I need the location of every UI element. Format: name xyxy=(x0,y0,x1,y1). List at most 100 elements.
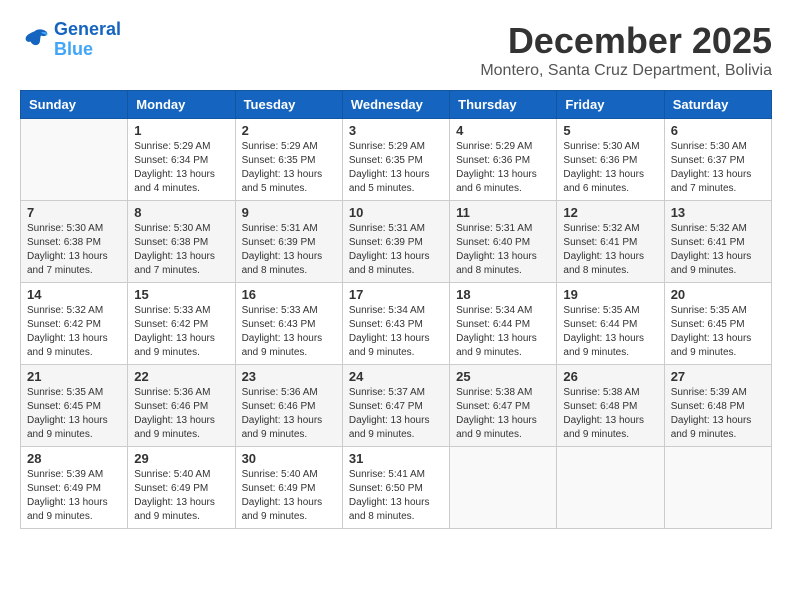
day-number: 13 xyxy=(671,205,765,220)
calendar-cell: 25Sunrise: 5:38 AM Sunset: 6:47 PM Dayli… xyxy=(450,365,557,447)
calendar-header-row: SundayMondayTuesdayWednesdayThursdayFrid… xyxy=(21,91,772,119)
day-info: Sunrise: 5:29 AM Sunset: 6:35 PM Dayligh… xyxy=(349,140,443,196)
calendar-cell: 12 Sunrise: 5:32 AM Sunset: 6:41 PM Dayli… xyxy=(557,201,664,283)
day-number: 10 xyxy=(349,205,443,220)
calendar-cell: 18 Sunrise: 5:34 AM Sunset: 6:44 PM Dayli… xyxy=(450,283,557,365)
calendar-cell: 15 Sunrise: 5:33 AM Sunset: 6:42 PM Dayli… xyxy=(128,283,235,365)
calendar-week-1: 1Sunrise: 5:29 AM Sunset: 6:34 PM Daylig… xyxy=(21,119,772,201)
calendar-week-3: 14 Sunrise: 5:32 AM Sunset: 6:42 PM Dayli… xyxy=(21,283,772,365)
day-info: Sunrise: 5:32 AM Sunset: 6:41 PM Dayligh… xyxy=(563,222,657,278)
day-number: 20 xyxy=(671,287,765,302)
calendar-cell: 5 Sunrise: 5:30 AM Sunset: 6:36 PM Daylig… xyxy=(557,119,664,201)
calendar-cell: 30Sunrise: 5:40 AM Sunset: 6:49 PM Dayli… xyxy=(235,447,342,529)
calendar: SundayMondayTuesdayWednesdayThursdayFrid… xyxy=(20,90,772,529)
day-info: Sunrise: 5:38 AM Sunset: 6:48 PM Dayligh… xyxy=(563,386,657,442)
calendar-cell: 3Sunrise: 5:29 AM Sunset: 6:35 PM Daylig… xyxy=(342,119,449,201)
day-info: Sunrise: 5:36 AM Sunset: 6:46 PM Dayligh… xyxy=(134,386,228,442)
day-number: 2 xyxy=(242,123,336,138)
calendar-cell: 11 Sunrise: 5:31 AM Sunset: 6:40 PM Dayli… xyxy=(450,201,557,283)
day-info: Sunrise: 5:29 AM Sunset: 6:35 PM Dayligh… xyxy=(242,140,336,196)
day-number: 12 xyxy=(563,205,657,220)
header-wednesday: Wednesday xyxy=(342,91,449,119)
day-number: 23 xyxy=(242,369,336,384)
day-number: 26 xyxy=(563,369,657,384)
day-info: Sunrise: 5:35 AM Sunset: 6:45 PM Dayligh… xyxy=(671,304,765,360)
calendar-cell: 19Sunrise: 5:35 AM Sunset: 6:44 PM Dayli… xyxy=(557,283,664,365)
day-info: Sunrise: 5:36 AM Sunset: 6:46 PM Dayligh… xyxy=(242,386,336,442)
calendar-cell: 8 Sunrise: 5:30 AM Sunset: 6:38 PM Daylig… xyxy=(128,201,235,283)
day-info: Sunrise: 5:29 AM Sunset: 6:36 PM Dayligh… xyxy=(456,140,550,196)
day-number: 22 xyxy=(134,369,228,384)
day-number: 15 xyxy=(134,287,228,302)
day-info: Sunrise: 5:39 AM Sunset: 6:48 PM Dayligh… xyxy=(671,386,765,442)
day-info: Sunrise: 5:30 AM Sunset: 6:38 PM Dayligh… xyxy=(27,222,121,278)
title-area: December 2025 Montero, Santa Cruz Depart… xyxy=(480,20,772,80)
day-info: Sunrise: 5:33 AM Sunset: 6:42 PM Dayligh… xyxy=(134,304,228,360)
header-saturday: Saturday xyxy=(664,91,771,119)
calendar-cell: 2 Sunrise: 5:29 AM Sunset: 6:35 PM Daylig… xyxy=(235,119,342,201)
calendar-week-2: 7Sunrise: 5:30 AM Sunset: 6:38 PM Daylig… xyxy=(21,201,772,283)
calendar-week-5: 28 Sunrise: 5:39 AM Sunset: 6:49 PM Dayli… xyxy=(21,447,772,529)
header-tuesday: Tuesday xyxy=(235,91,342,119)
day-info: Sunrise: 5:41 AM Sunset: 6:50 PM Dayligh… xyxy=(349,468,443,524)
day-info: Sunrise: 5:40 AM Sunset: 6:49 PM Dayligh… xyxy=(134,468,228,524)
header-monday: Monday xyxy=(128,91,235,119)
calendar-cell: 6 Sunrise: 5:30 AM Sunset: 6:37 PM Daylig… xyxy=(664,119,771,201)
day-info: Sunrise: 5:38 AM Sunset: 6:47 PM Dayligh… xyxy=(456,386,550,442)
calendar-cell xyxy=(664,447,771,529)
header-thursday: Thursday xyxy=(450,91,557,119)
day-number: 24 xyxy=(349,369,443,384)
day-info: Sunrise: 5:30 AM Sunset: 6:36 PM Dayligh… xyxy=(563,140,657,196)
logo-text: General Blue xyxy=(54,20,121,60)
calendar-cell: 9Sunrise: 5:31 AM Sunset: 6:39 PM Daylig… xyxy=(235,201,342,283)
day-info: Sunrise: 5:31 AM Sunset: 6:39 PM Dayligh… xyxy=(349,222,443,278)
calendar-cell: 4 Sunrise: 5:29 AM Sunset: 6:36 PM Daylig… xyxy=(450,119,557,201)
calendar-cell xyxy=(450,447,557,529)
calendar-cell: 1Sunrise: 5:29 AM Sunset: 6:34 PM Daylig… xyxy=(128,119,235,201)
calendar-cell: 22 Sunrise: 5:36 AM Sunset: 6:46 PM Dayli… xyxy=(128,365,235,447)
calendar-cell: 14 Sunrise: 5:32 AM Sunset: 6:42 PM Dayli… xyxy=(21,283,128,365)
header-friday: Friday xyxy=(557,91,664,119)
calendar-cell: 28 Sunrise: 5:39 AM Sunset: 6:49 PM Dayli… xyxy=(21,447,128,529)
day-info: Sunrise: 5:30 AM Sunset: 6:37 PM Dayligh… xyxy=(671,140,765,196)
day-info: Sunrise: 5:31 AM Sunset: 6:40 PM Dayligh… xyxy=(456,222,550,278)
day-number: 4 xyxy=(456,123,550,138)
day-number: 29 xyxy=(134,451,228,466)
day-info: Sunrise: 5:35 AM Sunset: 6:44 PM Dayligh… xyxy=(563,304,657,360)
day-number: 1 xyxy=(134,123,228,138)
day-number: 5 xyxy=(563,123,657,138)
calendar-cell: 20 Sunrise: 5:35 AM Sunset: 6:45 PM Dayli… xyxy=(664,283,771,365)
calendar-cell: 21Sunrise: 5:35 AM Sunset: 6:45 PM Dayli… xyxy=(21,365,128,447)
day-info: Sunrise: 5:30 AM Sunset: 6:38 PM Dayligh… xyxy=(134,222,228,278)
day-info: Sunrise: 5:33 AM Sunset: 6:43 PM Dayligh… xyxy=(242,304,336,360)
day-info: Sunrise: 5:37 AM Sunset: 6:47 PM Dayligh… xyxy=(349,386,443,442)
calendar-cell: 10 Sunrise: 5:31 AM Sunset: 6:39 PM Dayli… xyxy=(342,201,449,283)
day-number: 8 xyxy=(134,205,228,220)
day-number: 16 xyxy=(242,287,336,302)
header-sunday: Sunday xyxy=(21,91,128,119)
day-number: 27 xyxy=(671,369,765,384)
page-header: General Blue December 2025 Montero, Sant… xyxy=(20,20,772,80)
calendar-cell: 13 Sunrise: 5:32 AM Sunset: 6:41 PM Dayli… xyxy=(664,201,771,283)
day-number: 14 xyxy=(27,287,121,302)
day-info: Sunrise: 5:34 AM Sunset: 6:44 PM Dayligh… xyxy=(456,304,550,360)
calendar-week-4: 21Sunrise: 5:35 AM Sunset: 6:45 PM Dayli… xyxy=(21,365,772,447)
day-info: Sunrise: 5:32 AM Sunset: 6:42 PM Dayligh… xyxy=(27,304,121,360)
calendar-cell: 23 Sunrise: 5:36 AM Sunset: 6:46 PM Dayli… xyxy=(235,365,342,447)
logo: General Blue xyxy=(20,20,121,60)
day-number: 11 xyxy=(456,205,550,220)
day-info: Sunrise: 5:34 AM Sunset: 6:43 PM Dayligh… xyxy=(349,304,443,360)
calendar-cell: 7Sunrise: 5:30 AM Sunset: 6:38 PM Daylig… xyxy=(21,201,128,283)
calendar-cell xyxy=(21,119,128,201)
day-info: Sunrise: 5:32 AM Sunset: 6:41 PM Dayligh… xyxy=(671,222,765,278)
calendar-cell: 27 Sunrise: 5:39 AM Sunset: 6:48 PM Dayli… xyxy=(664,365,771,447)
calendar-cell: 17Sunrise: 5:34 AM Sunset: 6:43 PM Dayli… xyxy=(342,283,449,365)
day-number: 9 xyxy=(242,205,336,220)
day-number: 6 xyxy=(671,123,765,138)
calendar-cell xyxy=(557,447,664,529)
day-number: 28 xyxy=(27,451,121,466)
calendar-cell: 29 Sunrise: 5:40 AM Sunset: 6:49 PM Dayli… xyxy=(128,447,235,529)
day-info: Sunrise: 5:39 AM Sunset: 6:49 PM Dayligh… xyxy=(27,468,121,524)
calendar-cell: 24 Sunrise: 5:37 AM Sunset: 6:47 PM Dayli… xyxy=(342,365,449,447)
day-number: 18 xyxy=(456,287,550,302)
